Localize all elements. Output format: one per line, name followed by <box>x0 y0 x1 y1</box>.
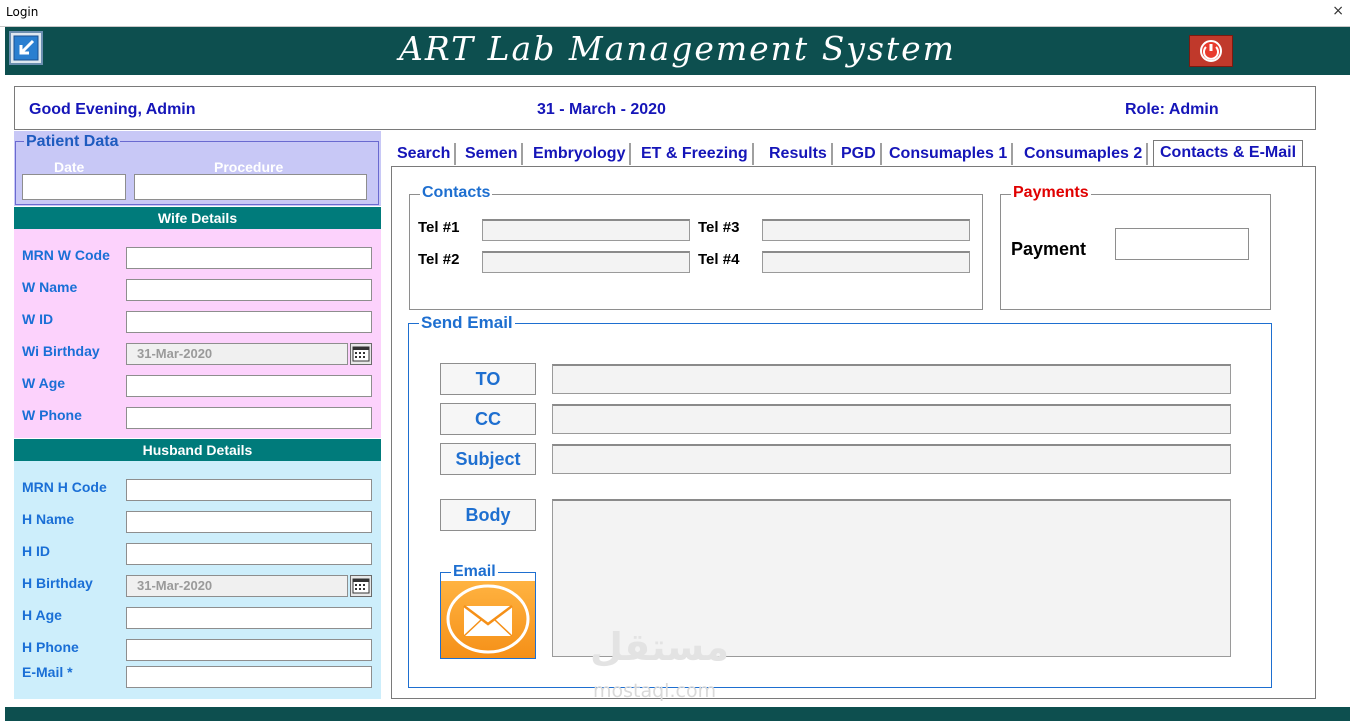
husband-field-label: H Birthday <box>22 575 93 591</box>
h-id-input[interactable] <box>126 543 372 565</box>
body-button[interactable]: Body <box>440 499 536 531</box>
subject-input[interactable] <box>552 444 1231 474</box>
to-button[interactable]: TO <box>440 363 536 395</box>
mrn-w-code-input[interactable] <box>126 247 372 269</box>
email-input[interactable] <box>126 666 372 688</box>
tab-embryology[interactable]: Embryology <box>533 143 632 165</box>
h-name-input[interactable] <box>126 511 372 533</box>
cc-button[interactable]: CC <box>440 403 536 435</box>
wife-field-label: MRN W Code <box>22 247 110 263</box>
mrn-h-code-input[interactable] <box>126 479 372 501</box>
tab-semen[interactable]: Semen <box>465 143 524 165</box>
husband-details-heading: Husband Details <box>14 439 381 461</box>
w-age-input[interactable] <box>126 375 372 397</box>
email-legend: Email <box>451 563 498 581</box>
payments-legend: Payments <box>1011 184 1091 202</box>
tab-consumaples-2[interactable]: Consumaples 2 <box>1024 143 1149 165</box>
husband-field-label: E-Mail * <box>22 664 73 680</box>
husband-details-panel: MRN H Code H Name H ID H Birthday 31-Mar… <box>14 461 381 699</box>
tab-et-freezing[interactable]: ET & Freezing <box>641 143 754 165</box>
tab-contacts-email[interactable]: Contacts & E-Mail <box>1153 140 1304 167</box>
husband-field-label: H Age <box>22 607 62 623</box>
watermark-latin: mostaql.com <box>593 680 717 702</box>
to-input[interactable] <box>552 364 1231 394</box>
h-age-input[interactable] <box>126 607 372 629</box>
tab-results[interactable]: Results <box>769 143 833 165</box>
send-email-button[interactable] <box>441 581 535 658</box>
window-titlebar: Login × <box>0 0 1350 27</box>
tab-search[interactable]: Search <box>397 143 457 165</box>
h-birthday-input[interactable]: 31-Mar-2020 <box>126 575 348 597</box>
tel2-label: Tel #2 <box>418 251 460 268</box>
app-header: ART Lab Management System <box>5 27 1350 75</box>
tab-strip: Search Semen Embryology ET & Freezing Re… <box>391 140 1315 167</box>
tel1-input[interactable] <box>482 219 690 241</box>
date-input[interactable] <box>22 174 126 200</box>
calendar-icon[interactable] <box>350 575 372 597</box>
procedure-label: Procedure <box>214 159 284 175</box>
tel1-label: Tel #1 <box>418 219 460 236</box>
tel3-input[interactable] <box>762 219 970 241</box>
husband-field-label: H ID <box>22 543 50 559</box>
tel4-input[interactable] <box>762 251 970 273</box>
payment-input[interactable] <box>1115 228 1249 260</box>
w-id-input[interactable] <box>126 311 372 333</box>
power-icon <box>1200 40 1222 62</box>
wife-field-label: Wi Birthday <box>22 343 100 359</box>
wife-field-label: W Age <box>22 375 66 391</box>
payment-label: Payment <box>1011 239 1087 259</box>
cc-input[interactable] <box>552 404 1231 434</box>
husband-field-label: H Name <box>22 511 75 527</box>
wi-birthday-input[interactable]: 31-Mar-2020 <box>126 343 348 365</box>
window-title: Login <box>6 5 39 19</box>
tab-pgd[interactable]: PGD <box>841 143 882 165</box>
tel2-input[interactable] <box>482 251 690 273</box>
husband-field-label: MRN H Code <box>22 479 107 495</box>
w-name-input[interactable] <box>126 279 372 301</box>
wife-field-label: W Name <box>22 279 78 295</box>
wife-field-label: W ID <box>22 311 54 327</box>
power-button[interactable] <box>1189 35 1233 67</box>
husband-field-label: H Phone <box>22 639 79 655</box>
tel4-label: Tel #4 <box>698 251 740 268</box>
procedure-input[interactable] <box>134 174 367 200</box>
w-phone-input[interactable] <box>126 407 372 429</box>
wife-details-heading: Wife Details <box>14 207 381 229</box>
tel3-label: Tel #3 <box>698 219 740 236</box>
contacts-group: Contacts Tel #1 Tel #3 Tel #2 Tel #4 <box>409 184 983 310</box>
patient-data-panel: Patient Data Date Procedure <box>14 131 381 206</box>
greeting-text: Good Evening, Admin <box>29 101 196 118</box>
subject-button[interactable]: Subject <box>440 443 536 475</box>
send-email-legend: Send Email <box>419 313 515 333</box>
footer-bar <box>5 707 1350 721</box>
wife-field-label: W Phone <box>22 407 82 423</box>
envelope-icon <box>446 584 530 654</box>
wife-details-panel: MRN W Code W Name W ID Wi Birthday 31-Ma… <box>14 229 381 438</box>
role-text: Role: Admin <box>1125 101 1219 118</box>
close-icon[interactable]: × <box>1332 3 1344 19</box>
calendar-icon[interactable] <box>350 343 372 365</box>
date-label: Date <box>54 159 85 175</box>
email-send-box: Email <box>440 563 536 659</box>
patient-data-legend: Patient Data <box>24 133 121 151</box>
date-text: 31 - March - 2020 <box>537 101 666 118</box>
contacts-legend: Contacts <box>420 184 493 202</box>
watermark-arabic: مستقل <box>590 625 729 669</box>
h-phone-input[interactable] <box>126 639 372 661</box>
app-title: ART Lab Management System <box>399 29 956 68</box>
tab-consumaples-1[interactable]: Consumaples 1 <box>889 143 1014 165</box>
info-bar: Good Evening, Admin 31 - March - 2020 Ro… <box>14 86 1316 130</box>
payments-group: Payments Payment <box>1000 184 1271 310</box>
